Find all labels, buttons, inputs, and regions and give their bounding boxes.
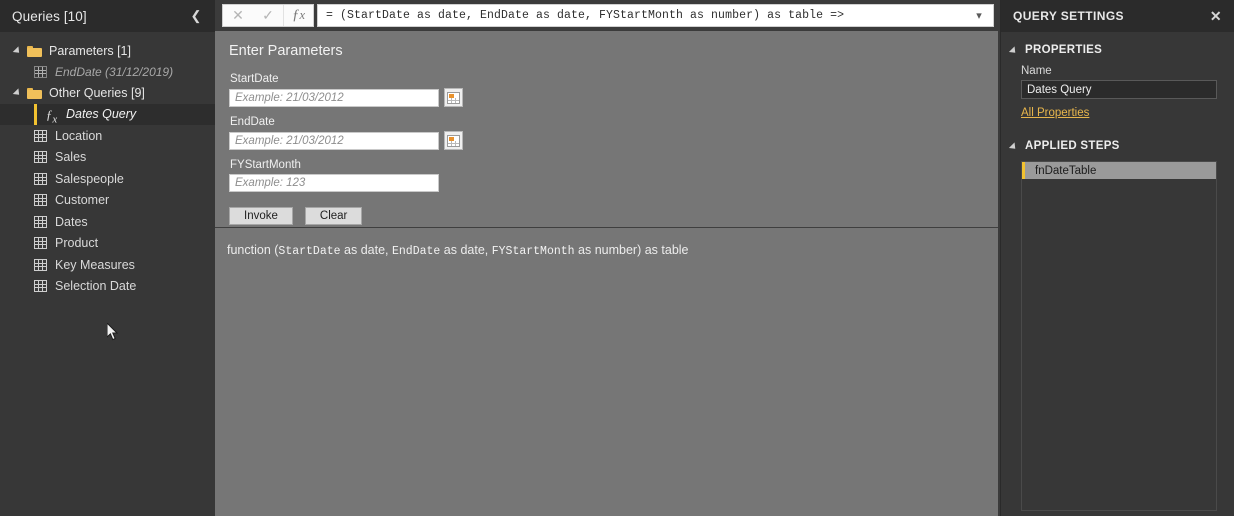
queries-pane-header: Queries [10] ❮ [0,0,215,32]
signature-param-3: FYStartMonth [491,245,575,258]
function-signature-text: function (StartDate as date, EndDate as … [227,243,998,258]
close-icon[interactable]: ✕ [223,5,253,26]
tree-item-label: Location [55,128,103,143]
tree-item-customer[interactable]: Customer [0,190,215,212]
formula-bar-buttons: ✕ ✓ ƒx [222,4,314,27]
tree-item-enddate-parameter[interactable]: EndDate (31/12/2019) [0,61,215,83]
checkmark-icon[interactable]: ✓ [253,5,283,26]
formula-input[interactable]: = (StartDate as date, EndDate as date, F… [317,4,994,27]
query-settings-body: PROPERTIES Name All Properties APPLIED S… [1001,32,1234,516]
function-signature: function (StartDate as date, EndDate as … [215,228,998,516]
enter-parameters-form: Enter Parameters StartDate EndDate [215,31,998,228]
signature-type-1: as date, [340,243,392,257]
power-query-editor: Queries [10] ❮ Parameters [1] EndDate (3… [0,0,1234,516]
name-label: Name [1021,65,1052,77]
applied-steps-section-label: APPLIED STEPS [1025,140,1120,152]
queries-pane: Queries [10] ❮ Parameters [1] EndDate (3… [0,0,215,516]
enddate-input[interactable] [229,131,439,150]
tree-item-label: Sales [55,150,87,165]
properties-section-header[interactable]: PROPERTIES [1001,41,1234,59]
form-buttons: Invoke Clear [229,207,998,225]
query-name-input[interactable] [1021,80,1217,99]
query-settings-pane: QUERY SETTINGS ✕ PROPERTIES Name All Pro… [1000,0,1234,516]
tree-item-location[interactable]: Location [0,125,215,147]
tree-item-salespeople[interactable]: Salespeople [0,168,215,190]
applied-step-row[interactable]: fnDateTable [1022,162,1216,179]
all-properties-link[interactable]: All Properties [1021,107,1089,119]
function-invocation-area: Enter Parameters StartDate EndDate [215,31,1000,516]
signature-type-2: as date, [440,243,492,257]
tree-group-label: Other Queries [9] [49,86,145,100]
tree-group-label: Parameters [1] [49,43,131,58]
query-settings-title: QUERY SETTINGS [1013,9,1124,23]
tree-item-label: Key Measures [55,257,135,272]
applied-steps-list: fnDateTable [1021,161,1217,511]
signature-prefix: function ( [227,243,279,257]
field-fystartmonth: FYStartMonth [229,159,998,192]
field-label-startdate: StartDate [230,73,279,85]
startdate-input[interactable] [229,88,439,107]
signature-param-1: StartDate [278,245,341,258]
tree-item-label: Salespeople [55,171,124,186]
fystartmonth-input[interactable] [229,174,439,192]
calendar-icon[interactable] [444,88,463,107]
tree-item-sales[interactable]: Sales [0,147,215,169]
applied-steps-section-header[interactable]: APPLIED STEPS [1001,137,1234,155]
chevron-down-icon [1011,46,1020,55]
tree-group-parameters[interactable]: Parameters [1] [0,40,215,61]
chevron-down-icon [1011,142,1020,151]
formula-text: = (StartDate as date, EndDate as date, F… [326,9,845,22]
tree-item-key-measures[interactable]: Key Measures [0,254,215,276]
queries-tree: Parameters [1] EndDate (31/12/2019) Othe… [0,32,215,516]
chevron-down-icon [14,46,24,56]
tree-item-dates-query[interactable]: ƒx Dates Query [0,103,215,126]
query-settings-header: QUERY SETTINGS ✕ [1001,0,1234,32]
calendar-icon[interactable] [444,131,463,150]
chevron-left-icon[interactable]: ❮ [187,5,205,27]
table-icon [34,258,47,271]
folder-icon [27,45,42,57]
chevron-down-icon[interactable]: ▾ [971,9,987,22]
table-icon [34,280,47,293]
invoke-button[interactable]: Invoke [229,207,293,225]
signature-param-2: EndDate [391,245,441,258]
tree-item-label: EndDate (31/12/2019) [55,64,174,79]
table-icon [34,65,47,78]
chevron-down-icon [14,88,24,98]
field-label-enddate: EndDate [230,116,275,128]
clear-button[interactable]: Clear [304,207,363,225]
signature-type-3: as number) as table [574,243,689,257]
properties-section-label: PROPERTIES [1025,44,1103,56]
mouse-cursor [107,323,119,341]
field-startdate: StartDate [229,73,998,107]
formula-bar: ✕ ✓ ƒx = (StartDate as date, EndDate as … [215,0,1000,31]
function-pane: Enter Parameters StartDate EndDate [215,31,998,516]
folder-icon [27,87,42,99]
tree-item-label: Dates [55,214,88,229]
table-icon [34,172,47,185]
queries-pane-title: Queries [10] [12,8,87,24]
tree-item-product[interactable]: Product [0,233,215,255]
applied-step-label: fnDateTable [1035,164,1097,177]
table-icon [34,129,47,142]
tree-item-label: Dates Query [66,107,137,122]
tree-item-selection-date[interactable]: Selection Date [0,276,215,298]
table-icon [34,215,47,228]
field-label-fystartmonth: FYStartMonth [230,159,301,171]
table-icon [34,194,47,207]
enter-parameters-title: Enter Parameters [229,43,343,59]
close-icon[interactable]: ✕ [1206,5,1226,27]
tree-item-dates[interactable]: Dates [0,211,215,233]
fx-icon[interactable]: ƒx [283,5,313,26]
table-icon [34,151,47,164]
field-enddate: EndDate [229,116,998,150]
tree-item-label: Customer [55,193,110,208]
tree-item-label: Selection Date [55,279,137,294]
tree-item-label: Product [55,236,99,251]
main-content: ✕ ✓ ƒx = (StartDate as date, EndDate as … [215,0,1000,516]
tree-group-other-queries[interactable]: Other Queries [9] [0,83,215,104]
table-icon [34,237,47,250]
fx-icon: ƒx [45,106,58,126]
